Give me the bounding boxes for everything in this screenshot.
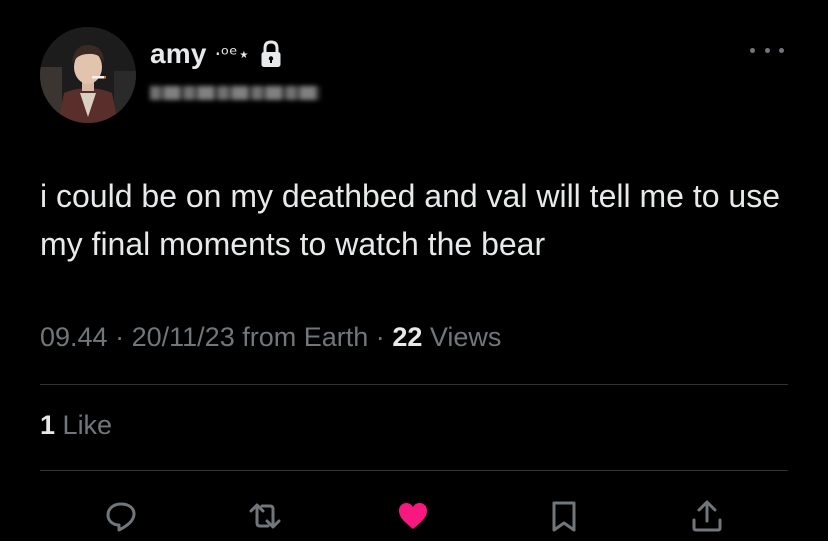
tweet-meta: 09.44 · 20/11/23 from Earth · 22 Views [40, 322, 501, 353]
divider [40, 470, 788, 471]
dot [764, 47, 770, 53]
reply-button[interactable] [101, 496, 141, 536]
likes-count: 1 [40, 410, 56, 440]
likes-label: Like [62, 410, 113, 440]
views-count[interactable]: 22 [392, 322, 422, 352]
heart-icon [399, 503, 427, 529]
tweet-source: from Earth [242, 322, 369, 352]
retweet-button[interactable] [245, 496, 285, 536]
divider [40, 384, 788, 385]
likes-summary[interactable]: 1 Like [40, 410, 112, 441]
dot [779, 47, 784, 53]
display-name[interactable]: amy [150, 38, 207, 70]
avatar[interactable] [40, 27, 136, 123]
more-options-icon[interactable] [750, 40, 784, 60]
tweet-time[interactable]: 09.44 [40, 322, 108, 352]
share-button[interactable] [687, 496, 727, 536]
redaction-scribble [150, 86, 320, 100]
user-handle-redacted [150, 80, 320, 102]
dot [750, 47, 755, 53]
retweet-icon [249, 503, 281, 529]
meta-separator: · [115, 322, 125, 352]
meta-separator: · [375, 322, 385, 352]
bookmark-icon [552, 501, 576, 532]
action-bar [0, 496, 828, 536]
tweet-date[interactable]: 20/11/23 [132, 322, 235, 352]
lock-icon [260, 40, 282, 68]
profile-photo [40, 27, 136, 123]
share-icon [692, 500, 722, 532]
views-label[interactable]: Views [430, 322, 502, 352]
reply-icon [106, 502, 136, 532]
bookmark-button[interactable] [544, 496, 584, 536]
display-name-decoration: ·ᵒᵉ⋆ [214, 42, 251, 66]
like-button[interactable] [393, 496, 433, 536]
user-name-row[interactable]: amy ·ᵒᵉ⋆ [150, 36, 282, 72]
tweet-text: i could be on my deathbed and val will t… [40, 178, 780, 262]
